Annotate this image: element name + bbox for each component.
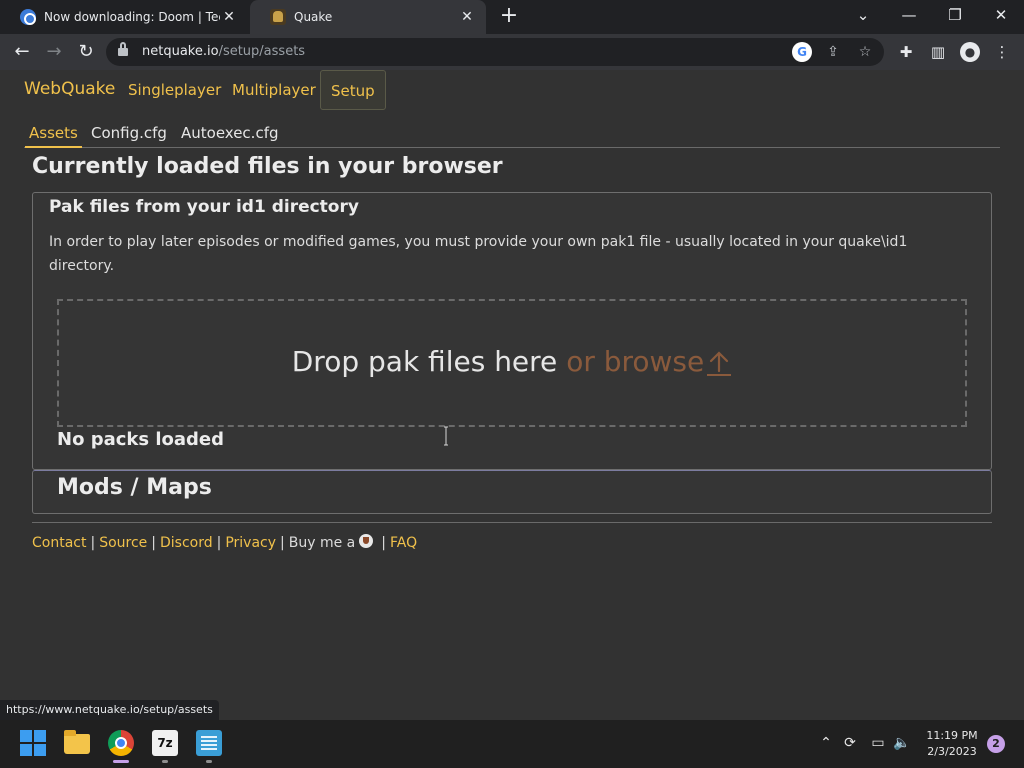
pak-section-description: In order to play later episodes or modif… [49, 234, 908, 274]
coffee-icon[interactable] [359, 534, 374, 548]
text-cursor-icon [444, 426, 448, 446]
footer: Contact | Source | Discord | Privacy | Buy me a |… [32, 534, 417, 554]
file-explorer-icon[interactable] [64, 730, 90, 754]
reload-button[interactable]: ↻ [72, 38, 100, 66]
status-bar-url: https://www.netquake.io/setup/assets [0, 700, 219, 720]
no-packs-status: No packs loaded [57, 429, 225, 450]
subtab-config[interactable]: Config.cfg [91, 124, 167, 142]
chrome-icon[interactable] [108, 730, 134, 756]
subtab-autoexec[interactable]: Autoexec.cfg [181, 124, 279, 142]
subtab-assets[interactable]: Assets [25, 124, 82, 148]
webquake-page: WebQuake Singleplayer Multiplayer Setup … [0, 70, 1024, 700]
footer-buy-me: Buy me a [288, 535, 356, 551]
quake-favicon-icon [270, 9, 286, 25]
footer-link-faq[interactable]: FAQ [390, 535, 417, 551]
sevenzip-icon[interactable]: 7z [152, 730, 178, 756]
footer-link-source[interactable]: Source [99, 535, 147, 551]
footer-separator: | [90, 535, 96, 551]
windows-start-icon[interactable] [20, 730, 46, 756]
back-button[interactable]: ← [8, 38, 36, 66]
upload-icon [707, 351, 732, 376]
pak-dropzone[interactable]: Drop pak files here or browse [57, 299, 967, 427]
page-title: Currently loaded files in your browser [32, 154, 503, 179]
mods-maps-panel[interactable]: Mods / Maps [32, 470, 992, 514]
address-bar[interactable]: netquake.io/setup/assets G ⇪ ☆ [106, 38, 884, 66]
lock-icon [118, 42, 128, 56]
url-text: netquake.io/setup/assets [142, 44, 306, 59]
minimize-button[interactable]: — [886, 0, 932, 30]
setup-subtabs: Assets Config.cfg Autoexec.cfg [24, 120, 1000, 148]
pak-files-panel: Pak files from your id1 directory In ord… [32, 192, 992, 470]
sync-icon[interactable]: ⟳ [840, 733, 860, 753]
footer-link-contact[interactable]: Contact [32, 535, 86, 551]
footer-separator: | [280, 535, 285, 551]
extensions-icon[interactable]: ✚ [896, 42, 916, 62]
share-icon[interactable]: ⇪ [823, 42, 843, 62]
browser-toolbar: ← → ↻ netquake.io/setup/assets G ⇪ ☆ ✚ ▥… [0, 34, 1024, 70]
close-icon[interactable]: ✕ [458, 8, 476, 26]
footer-separator: | [216, 535, 222, 551]
brand-link[interactable]: WebQuake [24, 79, 115, 99]
forward-button[interactable]: → [40, 38, 68, 66]
close-icon[interactable]: ✕ [220, 8, 238, 26]
browser-tabstrip: Now downloading: Doom | TechS ✕ Quake ✕ … [0, 0, 1024, 34]
tab-quake[interactable]: Quake ✕ [250, 0, 486, 34]
nav-setup[interactable]: Setup [320, 70, 386, 110]
restore-button[interactable]: ❐ [932, 0, 978, 30]
taskbar-clock[interactable]: 11:19 PM 2/3/2023 [920, 728, 984, 760]
sevenzip-running-indicator [162, 760, 168, 763]
clock-time: 11:19 PM [926, 729, 978, 742]
screen: Now downloading: Doom | TechS ✕ Quake ✕ … [0, 0, 1024, 768]
google-lens-icon[interactable]: G [792, 42, 812, 62]
browse-link[interactable]: or browse [566, 345, 732, 378]
volume-icon[interactable]: 🔈 [892, 733, 912, 753]
footer-link-discord[interactable]: Discord [160, 535, 213, 551]
drop-text: Drop pak files here or browse [59, 345, 965, 378]
chrome-active-indicator [113, 760, 129, 763]
notepad-running-indicator [206, 760, 212, 763]
notepad-icon[interactable] [196, 730, 222, 756]
side-panel-icon[interactable]: ▥ [928, 42, 948, 62]
nav-multiplayer[interactable]: Multiplayer [232, 81, 316, 99]
mods-section-title: Mods / Maps [57, 475, 212, 500]
pak-section-title: Pak files from your id1 directory [49, 197, 359, 217]
clock-date: 2/3/2023 [927, 745, 977, 758]
profile-avatar-icon[interactable]: ● [960, 42, 980, 62]
footer-separator: | [381, 535, 386, 551]
footer-divider [32, 522, 992, 523]
tab-techspot[interactable]: Now downloading: Doom | TechS ✕ [0, 0, 248, 34]
close-window-button[interactable]: ✕ [978, 0, 1024, 30]
menu-kebab-icon[interactable]: ⋮ [992, 42, 1012, 62]
network-icon[interactable]: ▭ [868, 733, 888, 753]
footer-separator: | [151, 535, 156, 551]
tab-title: Quake [294, 10, 333, 24]
tab-title: Now downloading: Doom | TechS [44, 10, 220, 24]
techspot-favicon-icon [20, 9, 36, 25]
new-tab-button[interactable]: + [496, 5, 522, 29]
bookmark-star-icon[interactable]: ☆ [855, 42, 875, 62]
notification-badge[interactable]: 2 [987, 735, 1005, 753]
windows-taskbar: 7z ⌃ ⟳ ▭ 🔈 11:19 PM 2/3/2023 2 [0, 720, 1024, 768]
chevron-up-icon[interactable]: ⌃ [816, 733, 836, 753]
drop-label: Drop pak files here [291, 345, 567, 378]
nav-singleplayer[interactable]: Singleplayer [128, 81, 221, 99]
tab-search-icon[interactable]: ⌄ [840, 0, 886, 30]
footer-link-privacy[interactable]: Privacy [225, 535, 276, 551]
